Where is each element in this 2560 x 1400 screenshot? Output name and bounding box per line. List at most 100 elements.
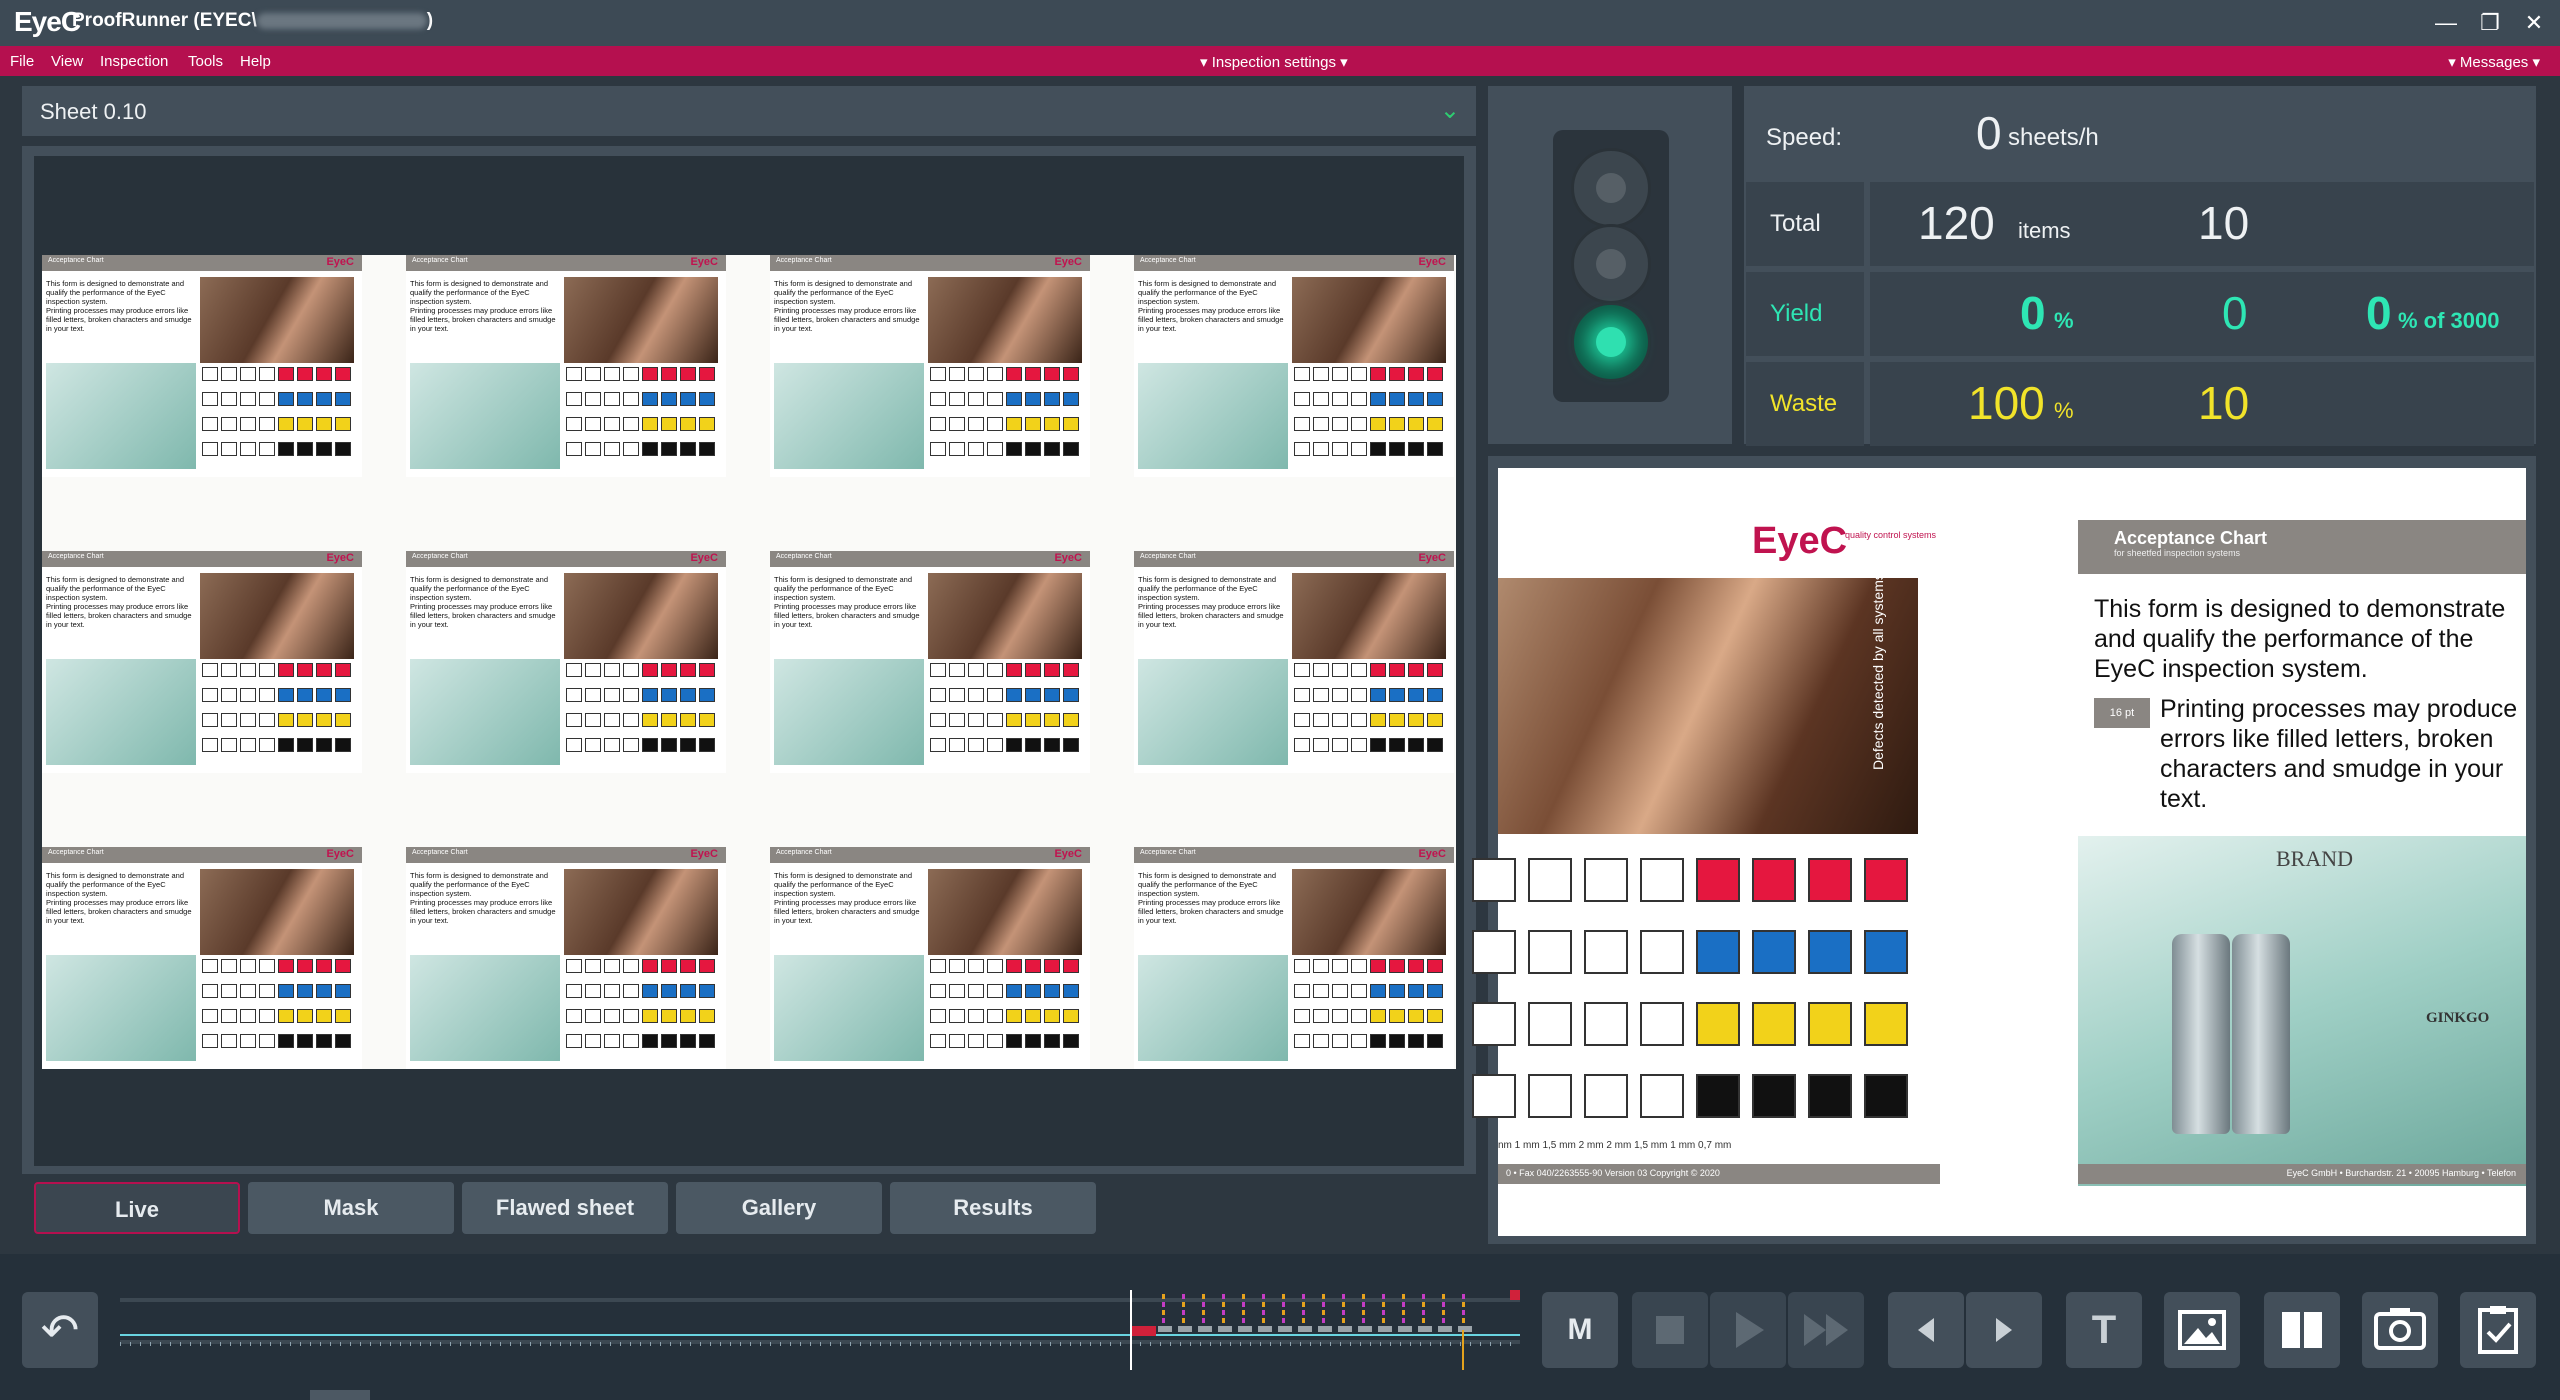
color-cell (661, 688, 677, 702)
color-cell (1313, 367, 1329, 381)
text-button[interactable]: T (2066, 1292, 2142, 1368)
color-cell (316, 417, 332, 431)
printed-sheet[interactable]: Acceptance Chart EyeC This form is designe… (42, 255, 1456, 1069)
preview-color-cell (1696, 1074, 1740, 1118)
color-cell (1408, 688, 1424, 702)
color-cell (240, 1009, 256, 1023)
waste-label: Waste (1770, 390, 1838, 417)
preview-footer: 0 • Fax 040/2263555-90 Version 03 Copyri… (1498, 1164, 1940, 1184)
next-button[interactable] (1966, 1292, 2042, 1368)
sheet-label[interactable]: Acceptance Chart EyeC This form is designe… (1134, 551, 1454, 773)
color-cell (987, 442, 1003, 456)
restore-icon[interactable]: ❐ (2474, 7, 2506, 39)
color-cell (661, 417, 677, 431)
sheet-label[interactable]: Acceptance Chart EyeC This form is designe… (1134, 847, 1454, 1069)
color-cell (1332, 984, 1348, 998)
label-text: This form is designed to demonstrate and… (410, 279, 560, 333)
color-cell (680, 738, 696, 752)
timeline-defect-bar (1302, 1302, 1305, 1307)
label-text: This form is designed to demonstrate and… (774, 575, 924, 629)
chevron-down-icon[interactable]: ⌄ (1440, 96, 1460, 125)
stop-button[interactable] (1632, 1292, 1708, 1368)
timeline-defect-bar (1282, 1318, 1285, 1323)
color-cell (642, 688, 658, 702)
color-cell (680, 688, 696, 702)
timeline-tick (350, 1342, 351, 1346)
color-cell (680, 417, 696, 431)
color-cell (1332, 367, 1348, 381)
manual-mode-button[interactable]: M (1542, 1292, 1618, 1368)
sheet-label[interactable]: Acceptance Chart EyeC This form is designe… (406, 255, 726, 477)
image-button[interactable] (2164, 1292, 2240, 1368)
color-cell (699, 713, 715, 727)
sheet-label[interactable]: Acceptance Chart EyeC This form is designe… (42, 551, 362, 773)
color-cell (221, 688, 237, 702)
close-icon[interactable]: ✕ (2518, 7, 2550, 39)
sheet-label[interactable]: Acceptance Chart EyeC This form is designe… (406, 551, 726, 773)
previous-button[interactable] (1888, 1292, 1964, 1368)
timeline-defect-bar (1342, 1294, 1345, 1299)
color-cell (1294, 442, 1310, 456)
menu-help[interactable]: Help (240, 53, 271, 70)
preview-color-cell (1528, 1074, 1572, 1118)
color-cell (661, 367, 677, 381)
timeline-tick (590, 1342, 591, 1346)
sheet-title: Sheet 0.10 (40, 99, 147, 124)
tab-mask[interactable]: Mask (248, 1182, 454, 1234)
timeline-tick (1030, 1342, 1031, 1346)
color-cell (221, 663, 237, 677)
menu-file[interactable]: File (10, 53, 34, 70)
inspection-settings-menu[interactable]: ▾ Inspection settings ▾ (1200, 53, 1348, 71)
tab-results[interactable]: Results (890, 1182, 1096, 1234)
sheet-label[interactable]: Acceptance Chart EyeC This form is designe… (770, 551, 1090, 773)
camera-settings-button[interactable] (2362, 1292, 2438, 1368)
sheet-label[interactable]: Acceptance Chart EyeC This form is designe… (42, 847, 362, 1069)
tab-live[interactable]: Live (34, 1182, 240, 1234)
scrollbar-thumb[interactable] (310, 1390, 370, 1400)
app-logo: EyeC (14, 6, 81, 37)
label-product-image (46, 955, 196, 1061)
color-cell (297, 984, 313, 998)
minimize-icon[interactable]: — (2430, 7, 2462, 39)
tab-flawed-sheet[interactable]: Flawed sheet (462, 1182, 668, 1234)
label-header-text: Acceptance Chart (412, 553, 468, 560)
timeline-tick (510, 1342, 511, 1346)
color-cell (949, 417, 965, 431)
color-cell (1332, 1009, 1348, 1023)
color-cell (1370, 984, 1386, 998)
timeline[interactable] (120, 1290, 1520, 1370)
color-cell (623, 663, 639, 677)
color-cell (661, 738, 677, 752)
sheet-label[interactable]: Acceptance Chart EyeC This form is designe… (770, 847, 1090, 1069)
sheet-label[interactable]: Acceptance Chart EyeC This form is designe… (770, 255, 1090, 477)
color-cell (1006, 417, 1022, 431)
preview-footer-text: 0 • Fax 040/2263555-90 Version 03 Copyri… (1506, 1168, 1720, 1178)
color-cell (297, 1034, 313, 1048)
color-cell (642, 392, 658, 406)
tab-gallery[interactable]: Gallery (676, 1182, 882, 1234)
sheet-label[interactable]: Acceptance Chart EyeC This form is designe… (1134, 255, 1454, 477)
timeline-tick (1050, 1342, 1051, 1346)
split-view-button[interactable] (2264, 1292, 2340, 1368)
menu-tools[interactable]: Tools (188, 53, 223, 70)
menu-view[interactable]: View (51, 53, 83, 70)
checklist-button[interactable] (2460, 1292, 2536, 1368)
timeline-defect-bar (1262, 1318, 1265, 1323)
fast-forward-button[interactable] (1788, 1292, 1864, 1368)
timeline-defect-bar (1402, 1294, 1405, 1299)
sheet-label[interactable]: Acceptance Chart EyeC This form is designe… (42, 255, 362, 477)
timeline-defect-bar (1322, 1310, 1325, 1315)
sheet-label[interactable]: Acceptance Chart EyeC This form is designe… (406, 847, 726, 1069)
sheet-selector[interactable]: Sheet 0.10 ⌄ (22, 86, 1476, 136)
label-text-2: Printing processes may produce errors li… (1138, 898, 1284, 925)
undo-button[interactable]: ↶ (22, 1292, 98, 1368)
color-cell (642, 959, 658, 973)
timeline-tick (720, 1342, 721, 1346)
messages-menu[interactable]: ▾ Messages ▾ (2448, 53, 2540, 71)
timeline-tick (1190, 1342, 1191, 1346)
color-cell (642, 713, 658, 727)
color-cell (1063, 392, 1079, 406)
menu-inspection[interactable]: Inspection (100, 53, 168, 70)
label-header: Acceptance Chart (770, 551, 1090, 567)
play-button[interactable] (1710, 1292, 1786, 1368)
